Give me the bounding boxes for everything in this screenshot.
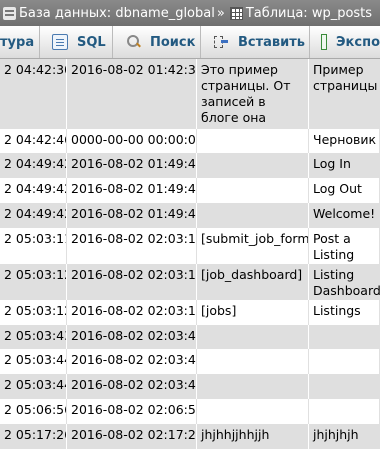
tab-structure[interactable]: тура (0, 26, 40, 58)
cell-post-date: 2 04:42:30 (0, 59, 67, 129)
cell-post-date: 2 05:03:43 (0, 325, 67, 349)
cell-post-date-gmt: 2016-08-02 01:49:42 (67, 203, 197, 228)
table-row[interactable]: 2 04:42:46 0000-00-00 00:00:00 Черновик (0, 129, 380, 153)
cell-post-date: 2 04:49:42 (0, 178, 67, 203)
cell-post-title: Welcome! (309, 203, 380, 228)
cell-post-date-gmt: 2016-08-02 02:03:44 (67, 374, 197, 399)
cell-post-title: Listing Dashboard (309, 264, 380, 300)
database-icon (3, 6, 16, 20)
sql-icon (52, 34, 68, 50)
table-row[interactable]: 2 04:42:30 2016-08-02 01:42:30 Это приме… (0, 59, 380, 130)
tab-insert[interactable]: Вставить (201, 26, 310, 58)
tab-insert-label: Вставить (238, 34, 306, 50)
cell-post-date-gmt: 2016-08-02 02:03:43 (67, 325, 197, 349)
cell-post-date: 2 05:03:44 (0, 374, 67, 399)
tab-sql-label: SQL (77, 34, 106, 50)
cell-post-title (309, 374, 380, 399)
cell-post-title: Log In (309, 153, 380, 178)
tab-search-label: Поиск (150, 34, 196, 50)
table-row[interactable]: 2 04:49:42 2016-08-02 01:49:42 Log Out (0, 178, 380, 203)
breadcrumb-separator: » (216, 5, 225, 21)
cell-post-date: 2 05:03:12 (0, 300, 67, 325)
cell-post-content (197, 374, 309, 399)
cell-post-date-gmt: 2016-08-02 02:06:56 (67, 399, 197, 424)
cell-post-date: 2 04:42:46 (0, 129, 67, 153)
cell-post-date: 2 05:03:12 (0, 264, 67, 300)
table-row[interactable]: 2 05:03:44 2016-08-02 02:03:44 (0, 374, 380, 400)
table-row[interactable]: 2 04:49:42 2016-08-02 01:49:42 Log In (0, 153, 380, 179)
cell-post-content (197, 129, 309, 153)
cell-post-title: jhjhjhjh (309, 424, 380, 449)
cell-post-date-gmt: 0000-00-00 00:00:00 (67, 129, 197, 153)
cell-post-date: 2 04:49:42 (0, 153, 67, 178)
cell-post-content (197, 178, 309, 203)
cell-post-content: [job_dashboard] (197, 264, 309, 300)
cell-post-title: Пример страницы (309, 59, 380, 129)
table-icon (229, 6, 243, 20)
search-icon (125, 34, 141, 50)
cell-post-title: Черновик (309, 129, 380, 153)
cell-post-date-gmt: 2016-08-02 02:03:11 (67, 228, 197, 264)
cell-post-title (309, 349, 380, 374)
cell-post-content: jhjhhjjhhjjh (197, 424, 309, 449)
cell-post-title (309, 399, 380, 424)
cell-post-date-gmt: 2016-08-02 02:03:12 (67, 264, 197, 300)
cell-post-title: Listings (309, 300, 380, 325)
cell-post-date: 2 04:49:42 (0, 203, 67, 228)
export-icon (321, 34, 328, 50)
cell-post-date-gmt: 2016-08-02 01:49:42 (67, 178, 197, 203)
cell-post-title: Post a Listing (309, 228, 380, 264)
cell-post-content: [submit_job_form] (197, 228, 309, 264)
cell-post-content (197, 325, 309, 349)
cell-post-date-gmt: 2016-08-02 02:17:26 (67, 424, 197, 449)
tab-search[interactable]: Поиск (113, 26, 201, 58)
cell-post-content (197, 399, 309, 424)
tab-structure-label: тура (0, 34, 35, 50)
cell-post-content: Это пример страницы. От записей в блоге … (197, 59, 309, 129)
insert-icon (213, 34, 229, 50)
breadcrumb: База данных: dbname_global » Таблица: wp… (0, 0, 380, 26)
cell-post-date: 2 05:03:11 (0, 228, 67, 264)
tab-export-label: Экспо (336, 34, 380, 50)
tab-sql[interactable]: SQL (40, 26, 113, 58)
table-row[interactable]: 2 05:06:56 2016-08-02 02:06:56 (0, 399, 380, 424)
table-row[interactable]: 2 05:17:26 2016-08-02 02:17:26 jhjhhjjhh… (0, 424, 380, 450)
cell-post-date-gmt: 2016-08-02 01:49:42 (67, 153, 197, 178)
cell-post-title (309, 325, 380, 349)
table-row[interactable]: 2 05:03:12 2016-08-02 02:03:12 [jobs] Li… (0, 300, 380, 325)
table-row[interactable]: 2 04:49:42 2016-08-02 01:49:42 Welcome! (0, 203, 380, 229)
table-row[interactable]: 2 05:03:12 2016-08-02 02:03:12 [job_dash… (0, 264, 380, 301)
cell-post-content: [jobs] (197, 300, 309, 325)
table-row[interactable]: 2 05:03:43 2016-08-02 02:03:43 (0, 325, 380, 350)
breadcrumb-table-link[interactable]: Таблица: wp_posts (246, 6, 372, 21)
tab-export[interactable]: Экспо (310, 26, 380, 58)
breadcrumb-database-link[interactable]: База данных: dbname_global (19, 6, 215, 21)
cell-post-date-gmt: 2016-08-02 01:42:30 (67, 59, 197, 129)
cell-post-title: Log Out (309, 178, 380, 203)
cell-post-date: 2 05:17:26 (0, 424, 67, 449)
cell-post-date-gmt: 2016-08-02 02:03:44 (67, 349, 197, 374)
table-row[interactable]: 2 05:03:11 2016-08-02 02:03:11 [submit_j… (0, 228, 380, 264)
cell-post-content (197, 153, 309, 178)
cell-post-content (197, 349, 309, 374)
tab-bar: тура SQL Поиск Вставить Экспо (0, 26, 380, 59)
table-row[interactable]: 2 05:03:44 2016-08-02 02:03:44 (0, 349, 380, 374)
cell-post-content (197, 203, 309, 228)
cell-post-date: 2 05:03:44 (0, 349, 67, 374)
cell-post-date: 2 05:06:56 (0, 399, 67, 424)
cell-post-date-gmt: 2016-08-02 02:03:12 (67, 300, 197, 325)
